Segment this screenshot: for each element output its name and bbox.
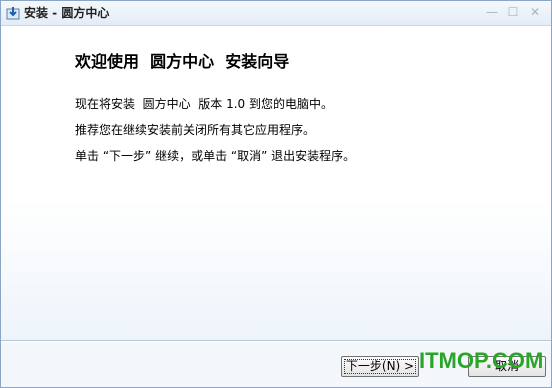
installer-window: 安装 - 圆方中心 — ☐ ✕ 欢迎使用 圆方中心 安装向导 现在将安装 圆方中… [0,0,552,388]
installer-icon [6,7,20,20]
welcome-heading: 欢迎使用 圆方中心 安装向导 [75,52,290,71]
maximize-icon[interactable]: ☐ [506,5,520,19]
window-title: 安装 - 圆方中心 [24,6,110,20]
close-apps-text: 推荐您在继续安装前关闭所有其它应用程序。 [75,123,316,137]
instruction-text: 单击 “下一步” 继续，或单击 “取消” 退出安装程序。 [75,149,356,163]
install-info-text: 现在将安装 圆方中心 版本 1.0 到您的电脑中。 [75,97,333,111]
next-button[interactable]: 下一步(N) > [341,356,419,377]
close-icon[interactable]: ✕ [528,5,542,19]
button-bar: 下一步(N) > 取消 ITMOP.COM [1,342,551,387]
welcome-panel: 欢迎使用 圆方中心 安装向导 现在将安装 圆方中心 版本 1.0 到您的电脑中。… [1,26,551,340]
title-bar[interactable]: 安装 - 圆方中心 — ☐ ✕ [1,1,551,26]
minimize-icon[interactable]: — [485,5,499,19]
site-watermark: ITMOP.COM [419,348,544,373]
